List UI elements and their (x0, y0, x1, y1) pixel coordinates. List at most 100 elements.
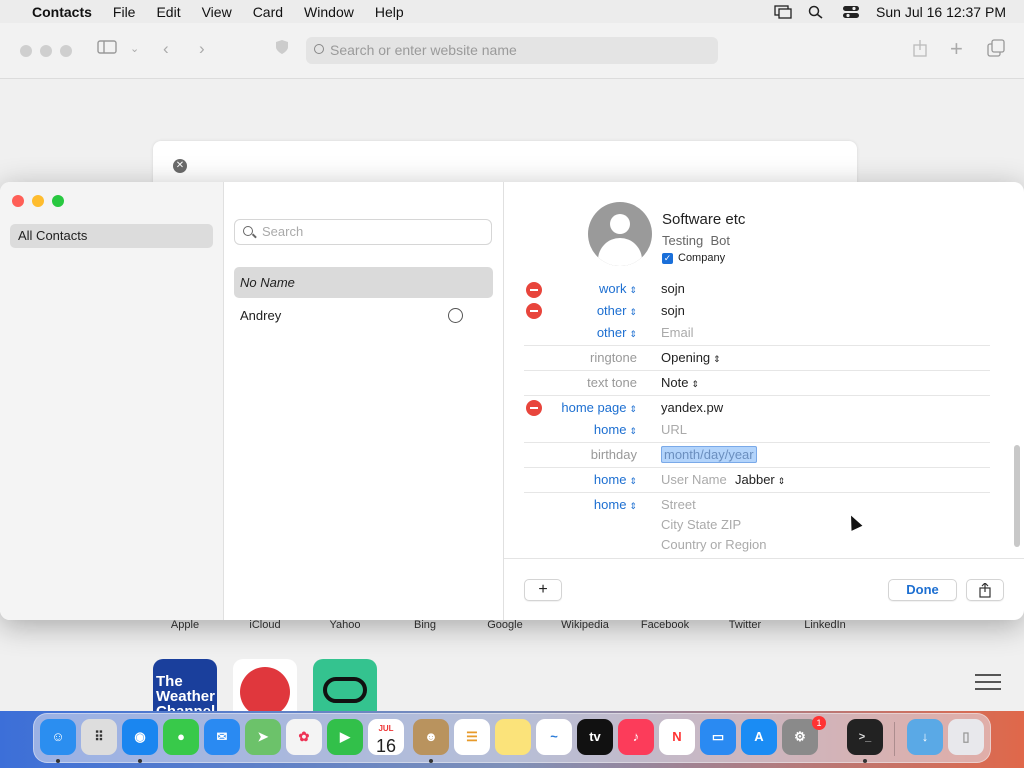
favorite-icloud[interactable]: iCloud (225, 619, 305, 631)
url-new-field[interactable]: URL (661, 420, 687, 440)
app-store-icon[interactable]: A (741, 719, 777, 755)
back-arrow-icon[interactable]: ‹ (163, 39, 169, 59)
menu-window[interactable]: Window (304, 4, 354, 20)
favorite-wikipedia[interactable]: Wikipedia (545, 619, 625, 631)
screen-mirroring-icon[interactable] (774, 4, 792, 19)
apple-tv-icon[interactable]: tv (577, 719, 613, 755)
favorite-facebook[interactable]: Facebook (625, 619, 705, 631)
done-button[interactable]: Done (888, 579, 957, 601)
company-checkbox[interactable]: ✓ Company (662, 252, 725, 264)
popup-arrows-icon: ⇕ (691, 379, 700, 389)
label-popup-other[interactable]: other ⇕ (504, 301, 637, 321)
facetime-icon[interactable]: ▶ (327, 719, 363, 755)
email-new-field[interactable]: Email (661, 323, 694, 343)
freeform-icon[interactable]: ~ (536, 719, 572, 755)
reminders-icon[interactable]: ☰ (454, 719, 490, 755)
window-zoom-button[interactable] (52, 195, 64, 207)
contacts-search-input[interactable]: Search (234, 219, 492, 245)
street-field[interactable]: Street (661, 495, 696, 515)
menu-edit[interactable]: Edit (156, 4, 180, 20)
add-field-button[interactable]: + (524, 579, 562, 601)
favorite-twitter[interactable]: Twitter (705, 619, 785, 631)
window-minimize-button[interactable] (32, 195, 44, 207)
terminal-icon[interactable]: >_ (847, 719, 883, 755)
photos-icon[interactable]: ✿ (286, 719, 322, 755)
city-state-zip-field[interactable]: City State ZIP (661, 515, 741, 535)
im-username-field[interactable]: User Name (661, 470, 727, 490)
menu-app-contacts[interactable]: Contacts (32, 4, 92, 20)
trash-icon[interactable]: ▯ (948, 719, 984, 755)
tile-tripadvisor[interactable] (313, 659, 377, 715)
list-item-label: Andrey (240, 308, 282, 323)
birthday-field[interactable]: month/day/year (661, 445, 757, 465)
address-bar-placeholder: Search or enter website name (330, 42, 517, 58)
new-tab-icon[interactable]: + (950, 38, 963, 60)
tab-overview-icon[interactable] (987, 39, 1005, 62)
sheet-close-icon[interactable]: ✕ (173, 159, 187, 173)
menu-help[interactable]: Help (375, 4, 404, 20)
label-popup-address[interactable]: home ⇕ (504, 495, 637, 515)
scrollbar[interactable] (1014, 445, 1020, 547)
safari-zoom-button[interactable] (60, 45, 72, 57)
tile-weather-channel[interactable]: The Weather Channel (153, 659, 217, 715)
label-popup-other-new[interactable]: other ⇕ (504, 323, 637, 343)
safari-icon[interactable]: ◉ (122, 719, 158, 755)
keynote-icon[interactable]: ▭ (700, 719, 736, 755)
contact-company-name[interactable]: Software etc (662, 211, 745, 228)
favorite-apple[interactable]: Apple (145, 619, 225, 631)
finder-icon[interactable]: ☺ (40, 719, 76, 755)
list-item-andrey[interactable]: Andrey (234, 300, 493, 331)
running-indicator (429, 759, 433, 763)
favorite-bing[interactable]: Bing (385, 619, 465, 631)
favorite-yahoo[interactable]: Yahoo (305, 619, 385, 631)
address-bar[interactable]: Search or enter website name (306, 37, 718, 64)
music-icon[interactable]: ♪ (618, 719, 654, 755)
chevron-down-icon[interactable]: ⌄ (130, 39, 139, 59)
sidebar-toggle-icon[interactable] (97, 39, 117, 60)
news-icon[interactable]: N (659, 719, 695, 755)
menu-view[interactable]: View (202, 4, 232, 20)
url-home-page-field[interactable]: yandex.pw (661, 398, 723, 418)
sidebar-item-all-contacts[interactable]: All Contacts (10, 224, 213, 248)
safari-close-button[interactable] (20, 45, 32, 57)
ringtone-label: ringtone (590, 350, 637, 365)
email-work-field[interactable]: sojn (661, 282, 685, 299)
ringtone-popup[interactable]: Opening ⇕ (661, 348, 721, 368)
downloads-folder-icon[interactable]: ↓ (907, 719, 943, 755)
notes-icon[interactable] (495, 719, 531, 755)
last-name-field[interactable]: Bot (710, 233, 730, 248)
maps-icon[interactable]: ➤ (245, 719, 281, 755)
contacts-app-icon[interactable]: ☻ (413, 719, 449, 755)
share-icon[interactable] (912, 39, 928, 62)
label-popup-work[interactable]: work ⇕ (504, 282, 637, 299)
mail-icon[interactable]: ✉ (204, 719, 240, 755)
im-service-popup[interactable]: Jabber ⇕ (735, 470, 785, 490)
country-field[interactable]: Country or Region (661, 535, 767, 555)
favorite-google[interactable]: Google (465, 619, 545, 631)
ringtone-value: Opening (661, 350, 711, 365)
favorite-linkedin[interactable]: LinkedIn (785, 619, 865, 631)
launchpad-icon[interactable]: ⠿ (81, 719, 117, 755)
safari-minimize-button[interactable] (40, 45, 52, 57)
label-popup-home-page[interactable]: home page ⇕ (504, 398, 637, 418)
texttone-popup[interactable]: Note ⇕ (661, 373, 699, 393)
label-popup-home-url[interactable]: home ⇕ (504, 420, 637, 440)
calendar-icon[interactable]: JUL 16 (368, 719, 404, 756)
customize-start-page-icon[interactable] (975, 669, 1001, 695)
avatar[interactable] (588, 202, 652, 266)
first-name-field[interactable]: Testing (662, 233, 703, 248)
menu-card[interactable]: Card (253, 4, 283, 20)
label-popup-im[interactable]: home ⇕ (504, 470, 637, 490)
menu-file[interactable]: File (113, 4, 136, 20)
window-close-button[interactable] (12, 195, 24, 207)
privacy-shield-icon[interactable] (275, 39, 289, 60)
forward-arrow-icon[interactable]: › (199, 39, 205, 59)
share-button[interactable] (966, 579, 1004, 601)
email-other-field[interactable]: sojn (661, 301, 685, 321)
menubar-clock[interactable]: Sun Jul 16 12:37 PM (876, 4, 1006, 20)
control-center-icon[interactable] (842, 5, 860, 19)
list-item-no-name[interactable]: No Name (234, 267, 493, 298)
messages-icon[interactable]: ● (163, 719, 199, 755)
spotlight-search-icon[interactable] (808, 5, 826, 19)
tile-yelp[interactable] (233, 659, 297, 717)
